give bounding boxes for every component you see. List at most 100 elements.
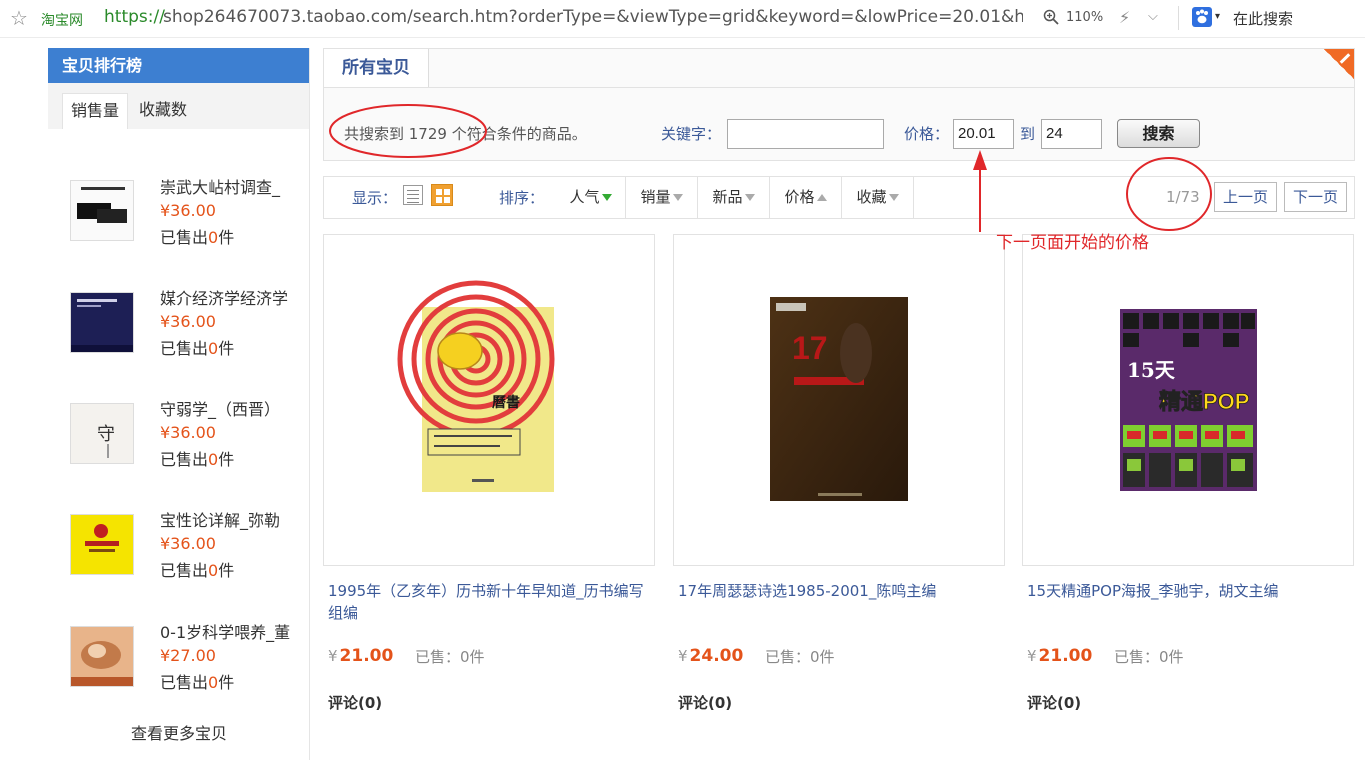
tab-sales[interactable]: 销售量	[62, 93, 129, 129]
product-sold-count: 已售：0件	[1114, 648, 1184, 666]
tab-favorites[interactable]: 收藏数	[131, 93, 195, 129]
product-sold-count: 已售：0件	[415, 648, 485, 666]
sort-label-text: 价格	[784, 188, 815, 206]
zoom-icon[interactable]	[1043, 9, 1059, 25]
product-image[interactable]: 曆書	[323, 234, 655, 566]
price-high-input[interactable]: 24	[1041, 119, 1102, 149]
next-page-button[interactable]: 下一页	[1284, 182, 1348, 212]
review-label: 评论	[1027, 694, 1058, 712]
book-thumbnail[interactable]	[70, 514, 134, 575]
book-thumbnail[interactable]	[70, 292, 134, 353]
engine-dropdown-icon[interactable]: ▾	[1215, 11, 1220, 22]
sold-count: 0	[208, 339, 219, 358]
sold-prefix: 已售出	[160, 673, 209, 692]
ranking-item-title[interactable]: 守弱学_（西晋）	[160, 396, 280, 420]
review-count: (0)	[358, 694, 383, 712]
sort-desc-icon	[672, 194, 683, 201]
ranking-item[interactable]: 守 守弱学_（西晋） ¥36.00 已售出0件	[48, 391, 310, 491]
view-more-link[interactable]: 查看更多宝贝	[48, 720, 310, 744]
ranking-item-title[interactable]: 0-1岁科学喂养_董	[160, 619, 290, 643]
currency-symbol: ¥	[678, 647, 688, 665]
product-card[interactable]: 17 17年周瑟瑟诗选1985-2001_陈鸣主编 ¥24.00 已售：0件 评…	[673, 234, 1005, 746]
bookmark-star-icon[interactable]: ☆	[10, 6, 28, 30]
sold-prefix: 已售出	[160, 561, 209, 580]
lightning-icon[interactable]: ⚡	[1119, 8, 1130, 27]
ranking-item[interactable]: 崇武大岾村调查_ ¥36.00 已售出0件	[48, 168, 310, 268]
ranking-item-title[interactable]: 崇武大岾村调查_	[160, 174, 280, 198]
sort-price[interactable]: 价格	[770, 177, 842, 218]
product-title-link[interactable]: 1995年（乙亥年）历书新十年早知道_历书编写组编	[328, 580, 648, 624]
sort-asc-icon	[816, 194, 827, 201]
sort-newest[interactable]: 新品	[698, 177, 770, 218]
prev-page-button[interactable]: 上一页	[1214, 182, 1278, 212]
svg-text:15天: 15天	[1127, 358, 1176, 382]
sold-prefix: 已售出	[160, 339, 209, 358]
currency-symbol: ¥	[1027, 647, 1037, 665]
ranking-item-sold: 已售出0件	[160, 224, 234, 248]
grid-view-icon[interactable]	[431, 184, 453, 206]
sort-label: 排序：	[499, 189, 545, 207]
product-reviews[interactable]: 评论(0)	[328, 692, 382, 713]
result-count-text: 共搜索到 1729 个符合条件的商品。	[344, 125, 587, 143]
sold-suffix: 件	[218, 673, 235, 692]
tab-all-items[interactable]: 所有宝贝	[324, 49, 429, 87]
review-count: (0)	[708, 694, 733, 712]
ranking-item-sold: 已售出0件	[160, 669, 234, 693]
search-button[interactable]: 搜索	[1117, 119, 1200, 148]
product-reviews[interactable]: 评论(0)	[678, 692, 732, 713]
sort-popularity[interactable]: 人气	[556, 177, 626, 218]
product-title-link[interactable]: 15天精通POP海报_李驰宇，胡文主编	[1027, 580, 1347, 602]
ranking-title: 宝贝排行榜	[48, 48, 309, 83]
ranking-item[interactable]: 宝性论详解_弥勒 ¥36.00 已售出0件	[48, 502, 310, 602]
price-label: 价格：	[904, 125, 950, 143]
list-view-icon[interactable]	[403, 185, 423, 205]
sold-count: 0	[208, 450, 219, 469]
ranking-item-title[interactable]: 宝性论详解_弥勒	[160, 507, 280, 531]
url-field[interactable]: shop264670073.taobao.com/search.htm?orde…	[163, 7, 1023, 27]
svg-text:17: 17	[792, 330, 828, 366]
ranking-item-price: ¥36.00	[160, 312, 216, 331]
page-indicator: 1/73	[1166, 188, 1200, 206]
product-card[interactable]: 15天 精通POP 15天精通POP海报_李驰宇，胡文主编 ¥21.00 已售：…	[1022, 234, 1354, 746]
ranking-tabs: 销售量 收藏数	[48, 83, 309, 129]
product-image[interactable]: 17	[673, 234, 1005, 566]
ranking-item[interactable]: 0-1岁科学喂养_董 ¥27.00 已售出0件	[48, 614, 310, 714]
annotation-text: 下一页面开始的价格	[996, 233, 1149, 253]
browser-search-field[interactable]: 在此搜索	[1233, 8, 1293, 29]
sort-desc-icon	[744, 194, 755, 201]
product-price: ¥24.00	[678, 646, 743, 666]
price-value: 24.00	[689, 646, 744, 666]
review-count: (0)	[1057, 694, 1082, 712]
chevron-down-icon[interactable]: ⌵	[1148, 9, 1158, 24]
book-thumbnail[interactable]	[70, 626, 134, 687]
browser-address-bar: ☆ 淘宝网 https:// shop264670073.taobao.com/…	[0, 0, 1365, 38]
svg-text:守: 守	[97, 424, 115, 445]
price-low-input[interactable]: 20.01	[953, 119, 1014, 149]
price-value: 21.00	[339, 646, 394, 666]
ranking-item-title[interactable]: 媒介经济学经济学	[160, 285, 288, 309]
product-reviews[interactable]: 评论(0)	[1027, 692, 1081, 713]
ranking-item-sold: 已售出0件	[160, 446, 234, 470]
svg-text:精通POP: 精通POP	[1159, 389, 1249, 414]
url-protocol[interactable]: https://	[104, 7, 165, 27]
book-thumbnail[interactable]	[70, 180, 134, 241]
baidu-paw-icon[interactable]	[1192, 7, 1212, 27]
toolbar-divider	[1178, 6, 1179, 30]
svg-text:曆書: 曆書	[492, 394, 520, 411]
zoom-level[interactable]: 110%	[1066, 10, 1103, 25]
review-label: 评论	[678, 694, 709, 712]
product-title-link[interactable]: 17年周瑟瑟诗选1985-2001_陈鸣主编	[678, 580, 998, 602]
keyword-label: 关键字：	[661, 125, 722, 143]
search-panel: 所有宝贝 共搜索到 1729 个符合条件的商品。 关键字： 价格： 20.01 …	[323, 48, 1355, 161]
ranking-item-price: ¥36.00	[160, 201, 216, 220]
ranking-item[interactable]: 媒介经济学经济学 ¥36.00 已售出0件	[48, 280, 310, 380]
product-card[interactable]: 曆書 1995年（乙亥年）历书新十年早知道_历书编写组编 ¥21.00 已售：0…	[323, 234, 655, 746]
sort-label-text: 收藏	[856, 188, 887, 206]
product-sold-count: 已售：0件	[765, 648, 835, 666]
book-thumbnail[interactable]: 守	[70, 403, 134, 464]
sort-sales[interactable]: 销量	[626, 177, 698, 218]
ranking-item-price: ¥27.00	[160, 646, 216, 665]
sort-favorites[interactable]: 收藏	[842, 177, 914, 218]
product-image[interactable]: 15天 精通POP	[1022, 234, 1354, 566]
keyword-input[interactable]	[727, 119, 884, 149]
